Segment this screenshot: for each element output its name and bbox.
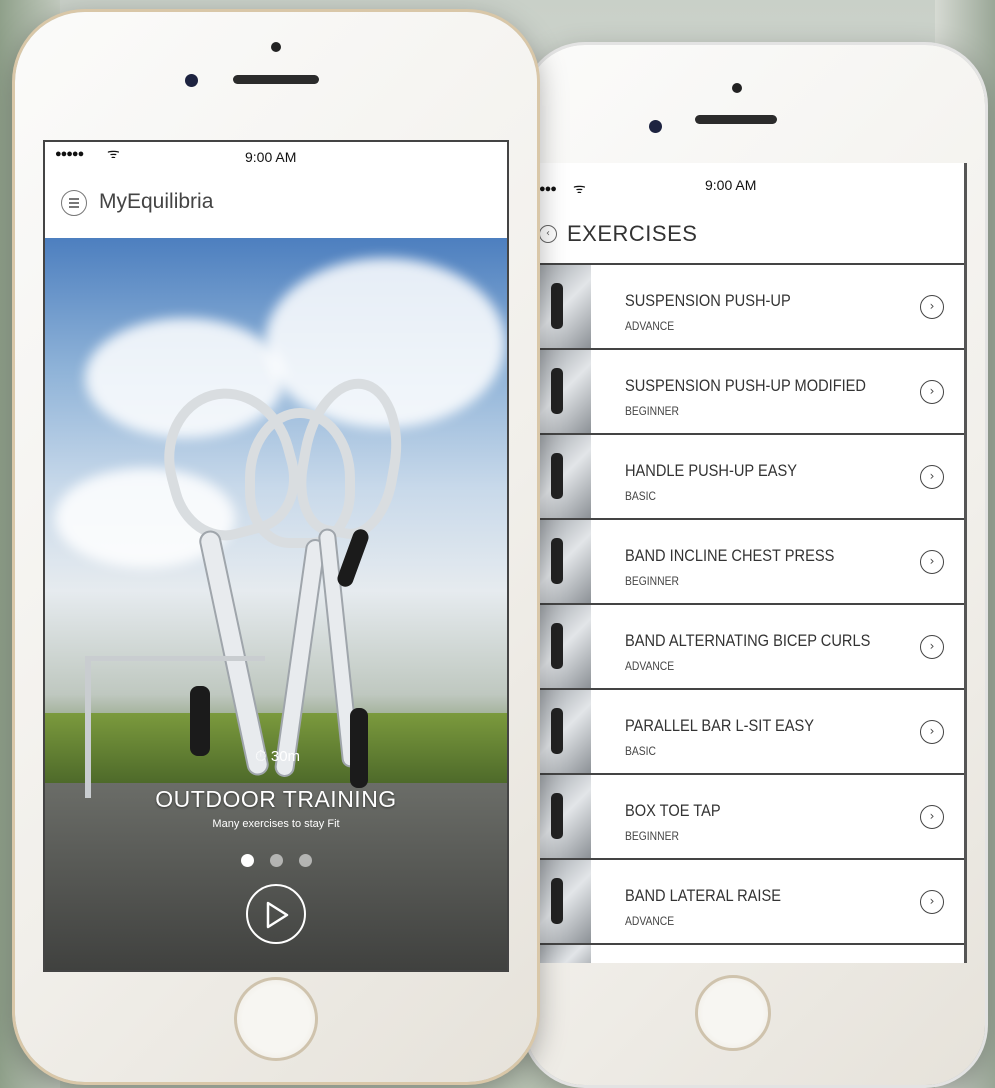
hero-title: OUTDOOR TRAINING [155,786,397,812]
exercise-thumbnail [535,690,591,773]
exercise-level: BEGINNER [625,574,679,588]
wifi-icon: ᯤ [573,180,586,196]
exercise-level: ADVANCE [625,659,675,673]
exercise-name: PARALLEL BAR L-SIT EASY [625,716,815,735]
exercise-name: BAND ALTERNATING BICEP CURLS [625,631,871,650]
page-dot[interactable] [298,854,312,867]
exercise-level: BASIC [625,744,656,758]
duration-label: ⏱ 30m [255,748,301,765]
exercises-header: ‹ EXERCISES [535,207,964,259]
phone-right: ●●● ᯤ 9:00 AM ‹ EXERCISES SUSPENSION PUS… [525,45,985,1085]
athlete-figure [190,686,210,756]
exercise-thumbnail [535,435,591,518]
exercise-level: BASIC [625,489,656,503]
exercise-row[interactable]: BOX TOE TAP BEGINNER › [535,773,964,858]
exercise-name: BAND LATERAL RAISE [625,886,781,905]
front-sensor [732,83,742,93]
hero-banner[interactable]: ⏱ 30m OUTDOOR TRAINING Many exercises to… [45,238,507,970]
exercise-thumbnail [535,860,591,943]
exercise-name: SUSPENSION PUSH-UP [625,291,791,310]
earpiece-speaker [695,115,777,124]
app-header: MyEquilibria [45,170,507,238]
play-button[interactable] [246,884,306,944]
back-icon[interactable]: ‹ [539,225,557,243]
exercise-thumbnail [535,350,591,433]
home-screen: ●●●●● ᯤ 9:00 AM MyEquilibria ⏱ 30m OUTDO… [43,140,509,972]
signal-icon: ●●● [539,183,557,195]
status-time: 9:00 AM [245,149,297,165]
status-bar: ●●●●● ᯤ 9:00 AM [45,142,507,170]
chevron-right-icon[interactable]: › [920,295,944,319]
page-indicator[interactable] [45,852,507,871]
chevron-right-icon[interactable]: › [920,890,944,914]
exercise-name: BAND INCLINE CHEST PRESS [625,546,835,565]
exercise-row[interactable]: HANDLE PUSH-UP EASY BASIC › [535,433,964,518]
chevron-right-icon[interactable]: › [920,465,944,489]
app-title: MyEquilibria [99,190,214,213]
phone-left: ●●●●● ᯤ 9:00 AM MyEquilibria ⏱ 30m OUTDO… [15,12,537,1082]
exercise-name: HANDLE PUSH-UP EASY [625,461,797,480]
exercise-thumbnail [535,605,591,688]
hero-subtitle: Many exercises to stay Fit [212,818,340,830]
earpiece-speaker [233,75,319,84]
front-camera [185,74,198,87]
home-button[interactable] [234,977,318,1061]
exercise-thumbnail [535,520,591,603]
signal-icon: ●●●●● [55,148,84,160]
chevron-right-icon[interactable]: › [920,635,944,659]
status-bar: ●●● ᯤ 9:00 AM [535,163,964,203]
front-sensor [271,42,281,52]
pullup-bar [85,656,265,661]
chevron-right-icon[interactable]: › [920,550,944,574]
exercise-name: SUSPENSION PUSH-UP MODIFIED [625,376,867,395]
menu-icon[interactable] [61,190,87,216]
status-time: 9:00 AM [705,177,757,193]
exercise-row-partial[interactable] [535,943,964,963]
page-dot[interactable] [269,854,283,867]
front-camera [649,120,662,133]
exercise-row[interactable]: PARALLEL BAR L-SIT EASY BASIC › [535,688,964,773]
exercise-row[interactable]: SUSPENSION PUSH-UP ADVANCE › [535,263,964,348]
chevron-right-icon[interactable]: › [920,380,944,404]
exercise-thumbnail [535,265,591,348]
exercise-thumbnail [535,775,591,858]
exercise-level: ADVANCE [625,914,675,928]
exercise-row[interactable]: BAND LATERAL RAISE ADVANCE › [535,858,964,943]
chevron-right-icon[interactable]: › [920,805,944,829]
exercises-screen: ●●● ᯤ 9:00 AM ‹ EXERCISES SUSPENSION PUS… [535,163,967,963]
pullup-bar-post [85,658,91,798]
exercise-row[interactable]: BAND INCLINE CHEST PRESS BEGINNER › [535,518,964,603]
exercise-row[interactable]: SUSPENSION PUSH-UP MODIFIED BEGINNER › [535,348,964,433]
play-icon [266,901,289,929]
exercise-name: BOX TOE TAP [625,801,721,820]
wifi-icon: ᯤ [107,145,120,161]
exercise-level: ADVANCE [625,319,675,333]
exercise-level: BEGINNER [625,404,679,418]
page-title: EXERCISES [567,221,698,246]
exercise-thumbnail [535,945,591,963]
exercise-list: SUSPENSION PUSH-UP ADVANCE › SUSPENSION PUS… [535,263,964,963]
chevron-right-icon[interactable]: › [920,720,944,744]
exercise-row[interactable]: BAND ALTERNATING BICEP CURLS ADVANCE › [535,603,964,688]
exercise-level: BEGINNER [625,829,679,843]
home-button[interactable] [695,975,771,1051]
page-dot[interactable] [240,854,254,867]
stopwatch-icon: ⏱ [255,748,267,765]
athlete-figure [350,708,368,788]
